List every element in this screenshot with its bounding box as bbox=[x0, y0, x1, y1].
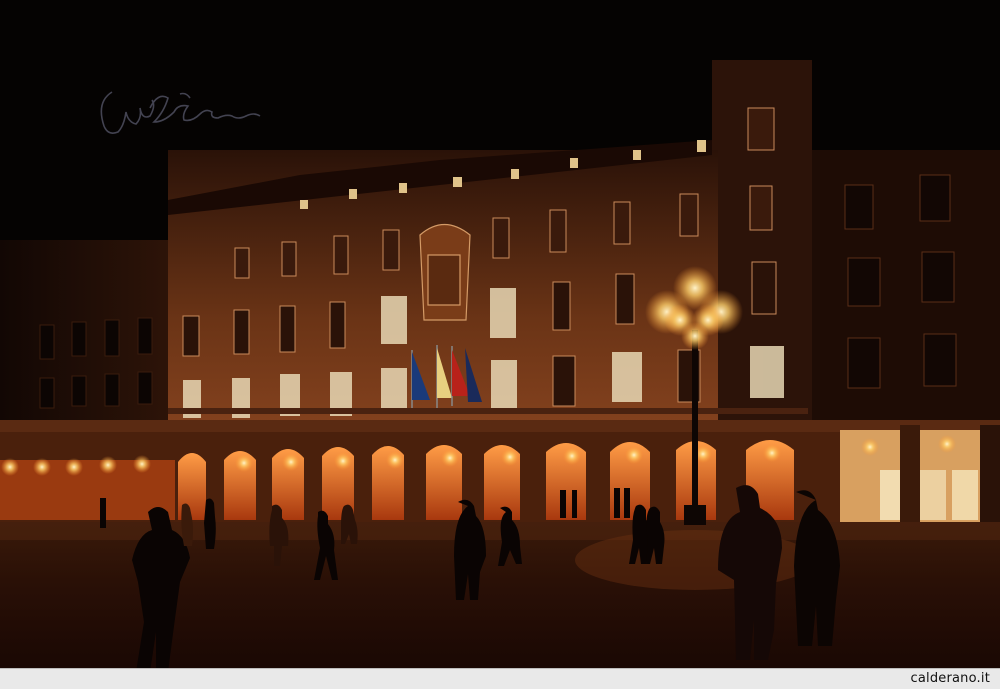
shop-pillar bbox=[980, 425, 1000, 527]
shop-window bbox=[918, 470, 946, 520]
night-plaza-photo bbox=[0, 0, 1000, 668]
shop-pillar bbox=[900, 425, 920, 527]
credit-footer-bar: calderano.it bbox=[0, 668, 1000, 689]
coat-of-arms bbox=[419, 223, 471, 321]
balcony-rail bbox=[168, 408, 808, 414]
shop-window bbox=[952, 470, 978, 520]
photo-frame: calderano.it bbox=[0, 0, 1000, 689]
site-credit: calderano.it bbox=[910, 671, 990, 686]
